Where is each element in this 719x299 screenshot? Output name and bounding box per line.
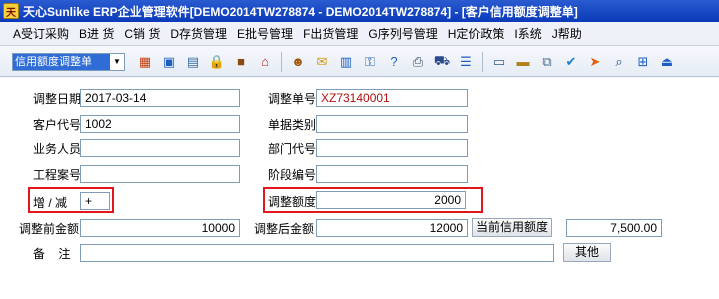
copy-icon[interactable]: ⧉ bbox=[537, 52, 557, 72]
current-credit-button[interactable]: 当前信用额度 bbox=[472, 218, 552, 237]
lock-icon[interactable]: 🔒 bbox=[207, 52, 227, 72]
table-icon[interactable]: ▦ bbox=[135, 52, 155, 72]
dept-label: 部门代号 bbox=[268, 142, 317, 156]
document-type-select[interactable]: 信用额度调整单 ▼ bbox=[12, 52, 125, 71]
inc-dec-highlight bbox=[28, 187, 114, 213]
briefcase-icon[interactable]: ■ bbox=[231, 52, 251, 72]
title-bar: 天 天心Sunlike ERP企业管理软件[DEMO2014TW278874 -… bbox=[0, 0, 719, 22]
other-button[interactable]: 其他 bbox=[563, 243, 611, 262]
book-icon[interactable]: ▥ bbox=[336, 52, 356, 72]
toolbar: 信用额度调整单 ▼ ▦ ▣ ▤ 🔒 ■ ⌂ ☻ ✉ ▥ ⚿ ? ⎙ ⛟ ☰ ▭ … bbox=[0, 47, 719, 77]
window-title: 天心Sunlike ERP企业管理软件[DEMO2014TW278874 - D… bbox=[23, 4, 578, 19]
remark-field[interactable] bbox=[80, 244, 554, 262]
salesperson-label: 业务人员 bbox=[33, 142, 82, 156]
document-icon[interactable]: ▭ bbox=[489, 52, 509, 72]
project-label: 工程案号 bbox=[33, 168, 82, 182]
menu-serial[interactable]: G序列号管理 bbox=[363, 24, 442, 44]
doc-no-field[interactable]: XZ73140001 bbox=[316, 89, 468, 107]
project-field[interactable] bbox=[80, 165, 240, 183]
menu-pricing[interactable]: H定价政策 bbox=[443, 24, 510, 44]
help-icon[interactable]: ? bbox=[384, 52, 404, 72]
cart-icon[interactable]: ⛟ bbox=[432, 52, 452, 72]
doc-type-label: 单据类别 bbox=[268, 118, 317, 132]
people-icon[interactable]: ☻ bbox=[288, 52, 308, 72]
doc-type-field[interactable] bbox=[316, 115, 468, 133]
monitor-icon[interactable]: ▣ bbox=[159, 52, 179, 72]
exit-icon[interactable]: ⏏ bbox=[657, 52, 677, 72]
customer-code-label: 客户代号 bbox=[33, 118, 82, 132]
check-icon[interactable]: ✔ bbox=[561, 52, 581, 72]
menu-order-purchase[interactable]: A受订采购 bbox=[8, 24, 74, 44]
menu-shipping[interactable]: F出货管理 bbox=[298, 24, 363, 44]
app-logo-icon: 天 bbox=[3, 3, 19, 19]
toolbar-separator bbox=[482, 51, 483, 72]
mail-icon[interactable]: ✉ bbox=[312, 52, 332, 72]
remark-label: 备 注 bbox=[33, 247, 71, 261]
current-credit-field[interactable]: 7,500.00 bbox=[566, 219, 662, 237]
preview-icon[interactable]: ⌕ bbox=[609, 52, 629, 72]
arrow-icon[interactable]: ➤ bbox=[585, 52, 605, 72]
computer-icon[interactable]: ▤ bbox=[183, 52, 203, 72]
menu-batch[interactable]: E批号管理 bbox=[232, 24, 298, 44]
menu-inventory[interactable]: D存货管理 bbox=[165, 24, 232, 44]
menu-bar: A受订采购 B进 货 C销 货 D存货管理 E批号管理 F出货管理 G序列号管理… bbox=[0, 22, 719, 46]
customer-code-field[interactable]: 1002 bbox=[80, 115, 240, 133]
toolbar-separator bbox=[281, 51, 282, 72]
menu-help[interactable]: J帮助 bbox=[547, 24, 587, 44]
menu-sales[interactable]: C销 货 bbox=[119, 24, 165, 44]
key-icon[interactable]: ⚿ bbox=[360, 52, 380, 72]
stage-field[interactable] bbox=[316, 165, 468, 183]
stage-label: 阶段编号 bbox=[268, 168, 317, 182]
adjust-amount-highlight bbox=[263, 187, 483, 213]
doc-no-label: 调整单号 bbox=[268, 92, 317, 106]
salesperson-field[interactable] bbox=[80, 139, 240, 157]
document-type-value: 信用额度调整单 bbox=[13, 53, 110, 70]
before-amount-label: 调整前金额 bbox=[19, 222, 80, 236]
folder-icon[interactable]: ▬ bbox=[513, 52, 533, 72]
date-field[interactable]: 2017-03-14 bbox=[80, 89, 240, 107]
before-amount-field[interactable]: 10000 bbox=[80, 219, 240, 237]
after-amount-label: 调整后金额 bbox=[254, 222, 315, 236]
after-amount-field[interactable]: 12000 bbox=[316, 219, 468, 237]
credit-adjustment-form: 调整日期 2017-03-14 调整单号 XZ73140001 客户代号 100… bbox=[0, 78, 719, 299]
dept-field[interactable] bbox=[316, 139, 468, 157]
network-icon[interactable]: ⊞ bbox=[633, 52, 653, 72]
date-label: 调整日期 bbox=[33, 92, 82, 106]
menu-system[interactable]: I系统 bbox=[509, 24, 546, 44]
house-icon[interactable]: ⌂ bbox=[255, 52, 275, 72]
list-icon[interactable]: ☰ bbox=[456, 52, 476, 72]
print-icon[interactable]: ⎙ bbox=[408, 52, 428, 72]
menu-receiving[interactable]: B进 货 bbox=[74, 24, 119, 44]
chevron-down-icon[interactable]: ▼ bbox=[110, 54, 124, 70]
